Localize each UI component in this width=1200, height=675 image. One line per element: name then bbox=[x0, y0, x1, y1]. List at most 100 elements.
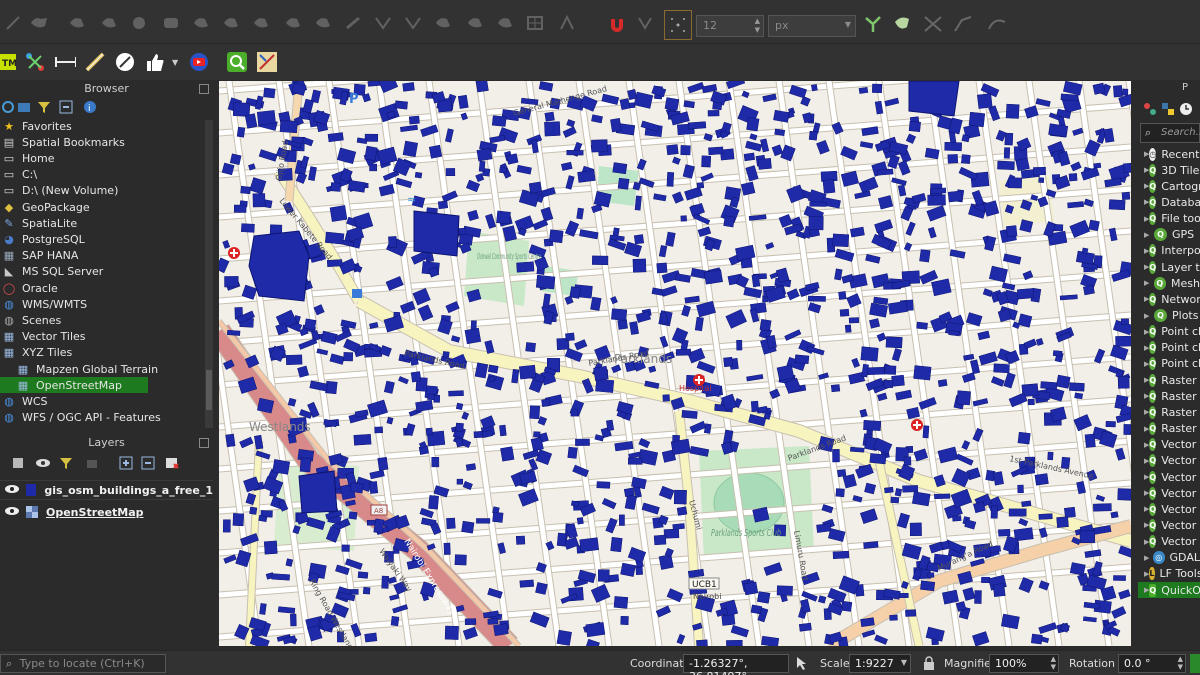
processing-search-input[interactable]: ⌕ Search... bbox=[1140, 123, 1200, 143]
locator-search-input[interactable]: ⌕ Type to locate (Ctrl+K) bbox=[0, 654, 166, 673]
history-clock-icon[interactable] bbox=[1178, 100, 1194, 118]
processing-item[interactable]: ▶QVector geometry bbox=[1138, 485, 1200, 501]
tracing-icon[interactable] bbox=[952, 13, 974, 35]
browser-item[interactable]: ◍ WCS bbox=[0, 393, 205, 409]
processing-item[interactable]: ▶QVector selection bbox=[1138, 517, 1200, 533]
snapping-magnet-icon[interactable] bbox=[606, 14, 628, 36]
simplify-feature-icon[interactable] bbox=[98, 12, 120, 34]
draw-tool-icon[interactable] bbox=[114, 51, 136, 73]
merge-features-icon[interactable] bbox=[432, 12, 454, 34]
processing-item[interactable]: ▶QInterpolation bbox=[1138, 243, 1200, 259]
browser-item[interactable]: ▦ Mapzen Global Terrain bbox=[0, 361, 205, 377]
processing-item[interactable]: ▶ Q Plots bbox=[1138, 308, 1200, 324]
processing-item[interactable]: ▶QLayer tools bbox=[1138, 259, 1200, 275]
eye-visibility-icon[interactable] bbox=[34, 454, 52, 472]
layer-symbol-swatch[interactable] bbox=[26, 484, 37, 496]
measure-line-icon[interactable] bbox=[54, 51, 76, 73]
processing-item[interactable]: ▶◷Recently used bbox=[1138, 146, 1200, 162]
refresh-icon[interactable] bbox=[0, 98, 16, 116]
delete-ring-icon[interactable] bbox=[220, 12, 242, 34]
expand-all-icon[interactable] bbox=[118, 454, 134, 472]
collapse-all-icon[interactable] bbox=[58, 98, 74, 116]
processing-item[interactable]: ▶QNetwork analysis bbox=[1138, 291, 1200, 307]
browser-item[interactable]: ◍ Scenes bbox=[0, 312, 205, 328]
models-icon[interactable] bbox=[1142, 100, 1158, 118]
add-part-icon[interactable] bbox=[160, 12, 182, 34]
eye-visibility-icon[interactable] bbox=[4, 505, 20, 520]
processing-item[interactable]: ▶QVector general bbox=[1138, 469, 1200, 485]
snap-unit-select[interactable]: px ▼ bbox=[768, 15, 856, 37]
reverse-line-icon[interactable] bbox=[342, 12, 364, 34]
expand-arrow-icon[interactable]: ▶ bbox=[1144, 312, 1154, 320]
browser-item[interactable]: ◣ MS SQL Server bbox=[0, 264, 205, 280]
float-panel-icon[interactable] bbox=[199, 84, 209, 94]
move-feature-icon[interactable] bbox=[28, 12, 50, 34]
processing-item[interactable]: ▶ Q Mesh bbox=[1138, 275, 1200, 291]
snap-to-layer-icon[interactable] bbox=[636, 12, 658, 34]
split-parts-icon[interactable] bbox=[402, 12, 424, 34]
filter-legend-icon[interactable] bbox=[58, 454, 74, 472]
open-layer-styling-icon[interactable] bbox=[10, 454, 26, 472]
offset-point-symbols-icon[interactable] bbox=[524, 12, 546, 34]
float-panel-icon[interactable] bbox=[199, 438, 209, 448]
snap-intersection-icon[interactable] bbox=[892, 13, 914, 35]
processing-item[interactable]: ▶QPoint cloud conversion bbox=[1138, 324, 1200, 340]
browser-item[interactable]: ▭ C:\ bbox=[0, 167, 205, 183]
browser-item[interactable]: ▦ OpenStreetMap bbox=[0, 377, 148, 394]
map-canvas[interactable]: Ojijo Road Lower Kabete Road Parklands R… bbox=[219, 81, 1131, 646]
expression-filter-icon[interactable] bbox=[84, 454, 100, 472]
quickosm-icon[interactable] bbox=[226, 51, 248, 73]
reshape-feature-icon[interactable] bbox=[282, 12, 304, 34]
split-features-icon[interactable] bbox=[372, 12, 394, 34]
rotate-point-symbols-icon[interactable] bbox=[494, 12, 516, 34]
browser-item[interactable]: ▦ Vector Tiles bbox=[0, 329, 205, 345]
expand-arrow-icon[interactable]: ▶ bbox=[1144, 231, 1154, 239]
processing-item[interactable]: ▶QRaster tools bbox=[1138, 421, 1200, 437]
snap-tolerance-field[interactable]: 12 ▲ ▼ bbox=[696, 15, 764, 37]
thumbs-up-icon[interactable] bbox=[144, 51, 166, 73]
browser-item[interactable]: ▤ Spatial Bookmarks bbox=[0, 134, 205, 150]
processing-item[interactable]: ▶QPoint cloud data management bbox=[1138, 340, 1200, 356]
browser-item[interactable]: ▭ Home bbox=[0, 150, 205, 166]
expand-arrow-icon[interactable]: ▶ bbox=[1144, 279, 1154, 287]
browser-item[interactable]: ✎ SpatiaLite bbox=[0, 215, 205, 231]
browser-item[interactable]: ◆ GeoPackage bbox=[0, 199, 205, 215]
processing-item[interactable]: ▶QVector overlay bbox=[1138, 501, 1200, 517]
browser-item[interactable]: ▦ SAP HANA bbox=[0, 248, 205, 264]
browser-item[interactable]: ◍ WFS / OGC API - Features bbox=[0, 410, 205, 426]
coordinate-field[interactable]: -1.26327°, 36.81497° bbox=[683, 654, 789, 675]
browser-scrollbar[interactable] bbox=[205, 120, 213, 428]
shape-digitizing-icon[interactable] bbox=[986, 13, 1008, 35]
rotate-feature-icon[interactable] bbox=[66, 12, 88, 34]
add-layer-icon[interactable] bbox=[16, 98, 32, 116]
digitize-line-icon[interactable] bbox=[2, 12, 24, 34]
filter-icon[interactable] bbox=[36, 98, 52, 116]
merge-attributes-icon[interactable] bbox=[464, 12, 486, 34]
spin-arrows-icon[interactable]: ▲ ▼ bbox=[1051, 655, 1056, 671]
mouse-pointer-icon[interactable] bbox=[793, 653, 809, 673]
magnifier-field[interactable]: 100% ▲ ▼ bbox=[989, 654, 1059, 673]
spin-arrows-icon[interactable]: ▲ ▼ bbox=[755, 17, 760, 35]
processing-item[interactable]: ▶QFile tools bbox=[1138, 211, 1200, 227]
python-icon[interactable] bbox=[1160, 100, 1176, 118]
scrollbar-thumb[interactable] bbox=[206, 370, 212, 410]
processing-item[interactable]: ▶Q3D Tiles bbox=[1138, 162, 1200, 178]
tile-manager-icon[interactable]: TM bbox=[0, 51, 16, 73]
topological-editing-icon[interactable] bbox=[862, 13, 884, 35]
layer-row-openstreetmap[interactable]: OpenStreetMap bbox=[0, 502, 213, 522]
fill-ring-icon[interactable] bbox=[190, 12, 212, 34]
snap-vertex-icon[interactable] bbox=[664, 10, 692, 40]
eye-visibility-icon[interactable] bbox=[4, 483, 20, 498]
trim-extend-icon[interactable] bbox=[556, 12, 578, 34]
processing-item[interactable]: ▶QCartography bbox=[1138, 178, 1200, 194]
processing-item[interactable]: ▶QRaster terrain analysis bbox=[1138, 404, 1200, 420]
add-ring-icon[interactable] bbox=[128, 12, 150, 34]
processing-item[interactable]: ▶QVector analysis bbox=[1138, 437, 1200, 453]
offset-curve-icon[interactable] bbox=[312, 12, 334, 34]
browser-item[interactable]: ▦ XYZ Tiles bbox=[0, 345, 205, 361]
scale-select[interactable]: 1:9227 ▼ bbox=[849, 654, 911, 673]
remove-layer-icon[interactable] bbox=[164, 454, 180, 472]
self-snapping-icon[interactable] bbox=[922, 13, 944, 35]
layer-row-buildings[interactable]: gis_osm_buildings_a_free_1 bbox=[0, 480, 213, 500]
rotation-field[interactable]: 0.0 ° ▲ ▼ bbox=[1118, 654, 1186, 673]
